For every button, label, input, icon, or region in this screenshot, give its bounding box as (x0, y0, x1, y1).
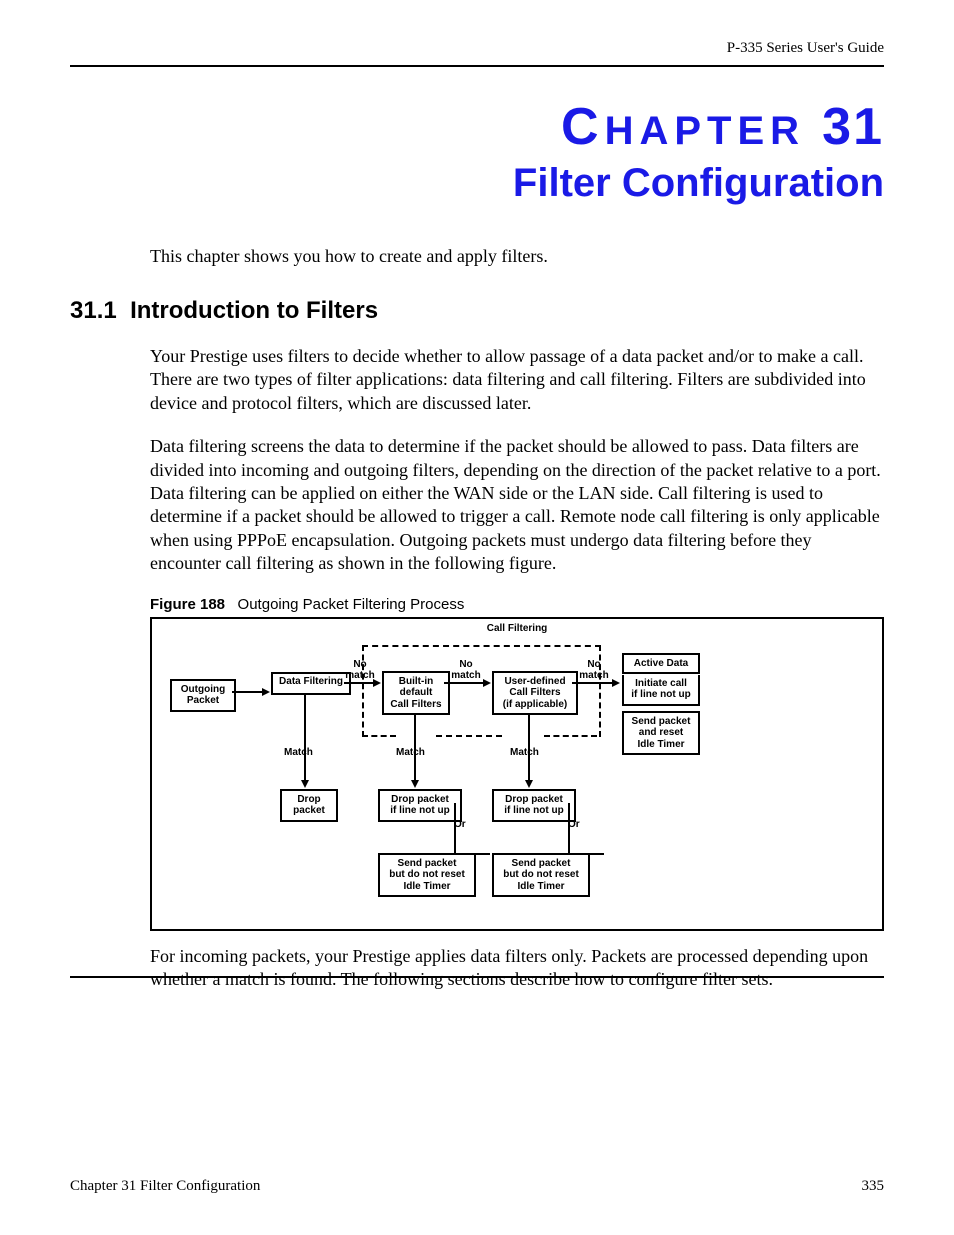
paragraph-2: Data filtering screens the data to deter… (150, 435, 884, 575)
box-send-reset: Send packetand resetIdle Timer (622, 711, 700, 756)
box-builtin-filters: Built-indefaultCall Filters (382, 671, 450, 716)
box-drop-not-up-2: Drop packetif line not up (492, 789, 576, 822)
box-outgoing-packet: OutgoingPacket (170, 679, 236, 712)
box-initiate-call: Initiate callif line not up (622, 675, 700, 706)
document-page: P-335 Series User's Guide CHAPTER 31 Fil… (0, 0, 954, 1235)
chapter-number-line: CHAPTER 31 (70, 97, 884, 157)
arrow (232, 691, 268, 693)
section-number: 31.1 (70, 297, 117, 324)
call-filtering-group-label: Call Filtering (152, 623, 882, 634)
box-drop-not-up-1: Drop packetif line not up (378, 789, 462, 822)
box-userdef-filters: User-definedCall Filters(if applicable) (492, 671, 578, 716)
arrow (304, 694, 306, 786)
label-match-1: Match (284, 747, 313, 758)
section-title: Introduction to Filters (130, 297, 378, 324)
label-no-match-3: Nomatch (576, 659, 612, 681)
rule-bottom (70, 976, 884, 978)
rule-top (70, 65, 884, 67)
figure-label: Figure 188 (150, 596, 225, 613)
label-no-match-1: Nomatch (342, 659, 378, 681)
box-send-noreset-2: Send packetbut do not resetIdle Timer (492, 853, 590, 898)
box-active-data: Active Data (622, 653, 700, 675)
arrow (572, 682, 618, 684)
footer: Chapter 31 Filter Configuration 335 (70, 1178, 884, 1195)
footer-page-number: 335 (862, 1178, 885, 1195)
figure-caption: Figure 188 Outgoing Packet Filtering Pro… (150, 596, 884, 613)
figure-title: Outgoing Packet Filtering Process (238, 596, 465, 613)
label-match-2: Match (396, 747, 425, 758)
paragraph-1: Your Prestige uses filters to decide whe… (150, 345, 884, 415)
chapter-intro: This chapter shows you how to create and… (150, 246, 884, 267)
label-no-match-2: Nomatch (448, 659, 484, 681)
figure-frame: Call Filtering OutgoingPacket Data Filte… (150, 617, 884, 931)
section-heading: 31.1 Introduction to Filters (70, 297, 884, 325)
footer-chapter: Chapter 31 Filter Configuration (70, 1178, 260, 1195)
box-drop-packet: Droppacket (280, 789, 338, 822)
chapter-heading: CHAPTER 31 Filter Configuration (70, 97, 884, 206)
arrow (444, 682, 489, 684)
chapter-title: Filter Configuration (70, 161, 884, 206)
box-data-filtering: Data Filtering (271, 672, 351, 695)
label-match-3: Match (510, 747, 539, 758)
arrow (344, 682, 379, 684)
box-send-noreset-1: Send packetbut do not resetIdle Timer (378, 853, 476, 898)
running-head: P-335 Series User's Guide (70, 40, 884, 65)
